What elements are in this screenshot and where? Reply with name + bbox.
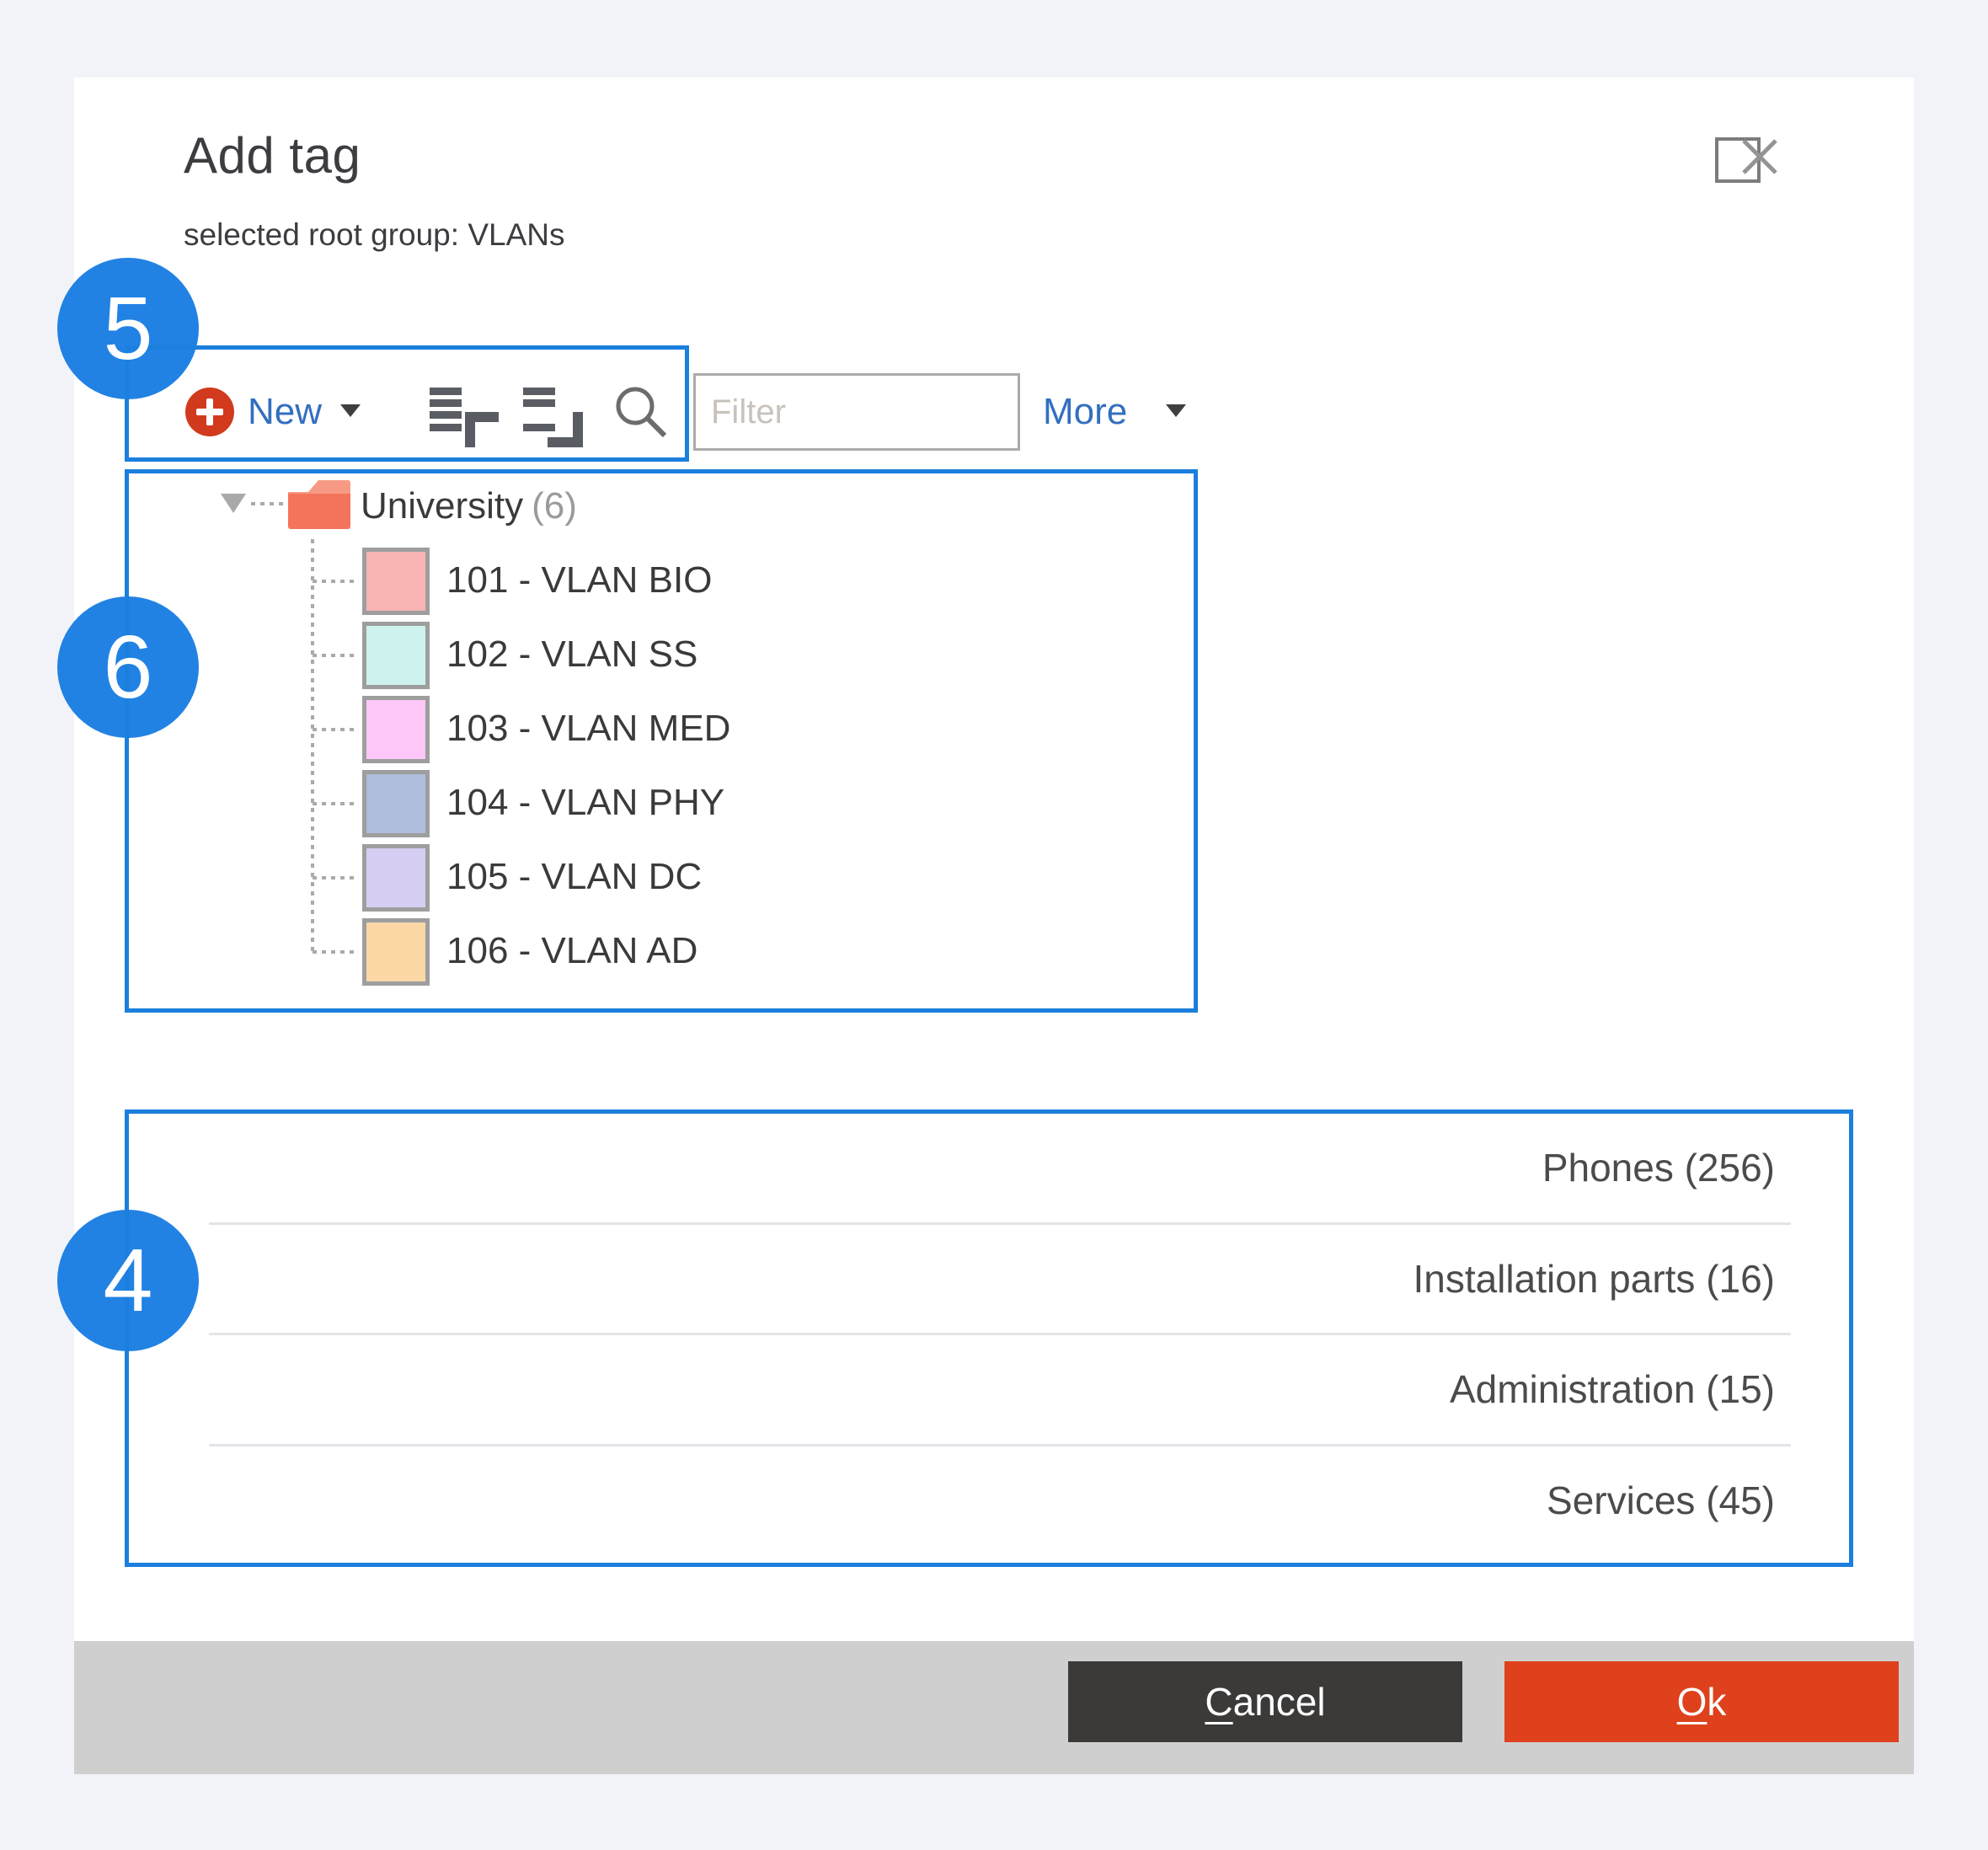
- cancel-button[interactable]: Cancel: [1068, 1661, 1462, 1742]
- tree-connector: [313, 802, 355, 805]
- tree-item[interactable]: 101 - VLAN BIO: [446, 559, 712, 602]
- callout-circle-5: [57, 258, 199, 399]
- dialog-title: Add tag: [184, 126, 361, 184]
- vlan-color-swatch: [362, 770, 430, 837]
- ok-mnemonic: O: [1677, 1680, 1707, 1724]
- callout-circle-6: [57, 596, 199, 738]
- vlan-color-swatch: [362, 696, 430, 763]
- close-icon[interactable]: [1734, 131, 1786, 183]
- tag-list-item[interactable]: Installation parts (16): [129, 1225, 1841, 1334]
- tree-item[interactable]: 104 - VLAN PHY: [446, 782, 724, 824]
- tree-expand-arrow-icon[interactable]: [221, 494, 246, 513]
- ok-label-rest: k: [1707, 1680, 1726, 1724]
- tree-item[interactable]: 105 - VLAN DC: [446, 856, 702, 898]
- search-icon[interactable]: [612, 382, 672, 443]
- more-button[interactable]: More: [1043, 391, 1127, 433]
- tree-connector: [313, 876, 355, 880]
- tree-item[interactable]: 106 - VLAN AD: [446, 930, 697, 972]
- tree-root-row[interactable]: University(6): [361, 485, 577, 527]
- chevron-down-icon[interactable]: [1166, 404, 1186, 417]
- tree-connector: [251, 502, 286, 505]
- tree-root-label: University: [361, 485, 523, 527]
- tag-list-item[interactable]: Phones (256): [129, 1114, 1841, 1222]
- tree-item[interactable]: 102 - VLAN SS: [446, 634, 697, 676]
- selected-root-group-text: selected root group: VLANs: [184, 217, 564, 253]
- new-button[interactable]: New: [248, 391, 322, 433]
- tag-list: Phones (256) Installation parts (16) Adm…: [129, 1114, 1841, 1554]
- tree-connector: [313, 580, 355, 583]
- page: { "window": { "title": "Add tag", "subti…: [0, 0, 1988, 1850]
- tag-list-item[interactable]: Administration (15): [129, 1335, 1841, 1444]
- plus-icon[interactable]: [185, 388, 234, 436]
- ok-button[interactable]: Ok: [1504, 1661, 1899, 1742]
- collapse-all-icon[interactable]: [430, 388, 497, 448]
- vlan-color-swatch: [362, 844, 430, 912]
- tree-root-count: (6): [532, 485, 577, 527]
- tree-connector: [311, 539, 314, 954]
- vlan-color-swatch: [362, 918, 430, 986]
- tree-connector: [313, 654, 355, 657]
- chevron-down-icon[interactable]: [340, 404, 361, 417]
- tag-list-item[interactable]: Services (45): [129, 1446, 1841, 1555]
- cancel-mnemonic: C: [1205, 1680, 1232, 1724]
- tree-item[interactable]: 103 - VLAN MED: [446, 708, 730, 750]
- tree-connector: [313, 950, 355, 954]
- callout-circle-4: [57, 1210, 199, 1351]
- expand-all-icon[interactable]: [523, 388, 591, 448]
- vlan-color-swatch: [362, 548, 430, 615]
- tree-connector: [313, 728, 355, 731]
- folder-icon: [288, 480, 350, 529]
- vlan-color-swatch: [362, 622, 430, 689]
- cancel-label-rest: ancel: [1233, 1680, 1326, 1724]
- filter-input[interactable]: [693, 373, 1020, 451]
